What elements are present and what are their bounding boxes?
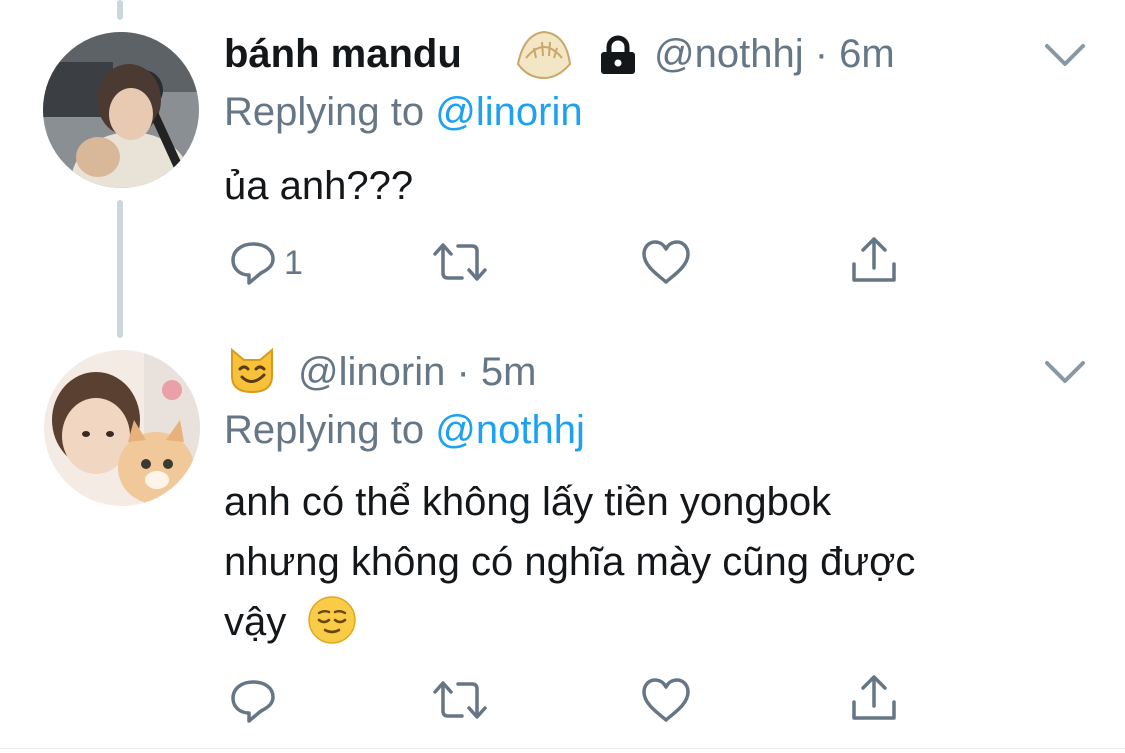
reply-button[interactable]: 1	[228, 238, 303, 288]
tweet-text-line: nhưng không có nghĩa mày cũng được	[224, 540, 916, 584]
retweet-button[interactable]	[432, 240, 488, 284]
share-icon	[852, 675, 896, 720]
timestamp[interactable]: 6m	[839, 32, 895, 76]
separator-dot: ·	[445, 350, 481, 394]
separator-dot: ·	[803, 32, 840, 76]
like-icon	[642, 678, 690, 722]
grinning-cat-emoji	[226, 346, 278, 401]
replying-to: Replying to @linorin	[224, 90, 583, 135]
lock-icon	[598, 35, 638, 80]
handle[interactable]: @linorin	[298, 350, 445, 394]
reply-icon	[231, 680, 275, 723]
tweet-text-line: anh có thể không lấy tiền yongbok	[224, 480, 832, 524]
share-icon	[852, 237, 896, 282]
dumpling-emoji	[514, 28, 574, 87]
replying-prefix: Replying to	[224, 408, 425, 452]
display-name[interactable]: bánh mandu	[224, 32, 462, 77]
reply-count: 1	[284, 243, 303, 282]
share-button[interactable]	[848, 672, 900, 724]
tweet-text: anh có thể không lấy tiền yongbok nhưng …	[224, 472, 915, 652]
relieved-face-emoji	[308, 596, 357, 644]
replying-to: Replying to @nothhj	[224, 408, 585, 453]
replying-prefix: Replying to	[224, 90, 425, 134]
avatar-nothhj[interactable]	[43, 32, 199, 188]
like-icon	[642, 240, 690, 284]
tweet-text-line-last: vậy	[224, 592, 915, 652]
tweet-meta: @nothhj · 6m	[654, 32, 895, 77]
chevron-down-icon[interactable]	[1043, 357, 1087, 387]
retweet-icon	[433, 681, 487, 719]
replying-mention[interactable]: @nothhj	[435, 408, 585, 452]
replying-mention[interactable]: @linorin	[435, 90, 582, 134]
tweet-meta: @linorin · 5m	[298, 350, 536, 395]
share-button[interactable]	[848, 234, 900, 286]
bottom-divider	[0, 748, 1125, 749]
chevron-down-icon[interactable]	[1043, 40, 1087, 70]
retweet-button[interactable]	[432, 678, 488, 722]
reply-icon	[231, 242, 275, 285]
like-button[interactable]	[640, 676, 692, 724]
thread-line-top	[117, 0, 123, 20]
thread-line-middle	[117, 200, 123, 338]
retweet-icon	[433, 243, 487, 281]
handle[interactable]: @nothhj	[654, 32, 804, 76]
avatar-linorin[interactable]	[44, 350, 200, 506]
tweet-text-line: ủa anh???	[224, 164, 414, 208]
timestamp[interactable]: 5m	[481, 350, 537, 394]
tweet-text: ủa anh???	[224, 156, 413, 216]
like-button[interactable]	[640, 238, 692, 286]
tweet-text-line: vậy	[224, 600, 287, 644]
reply-button[interactable]	[228, 676, 284, 726]
